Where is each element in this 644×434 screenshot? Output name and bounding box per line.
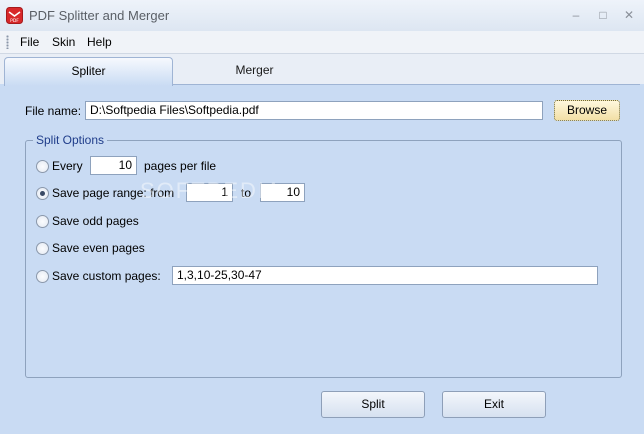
tab-spliter[interactable]: Spliter xyxy=(4,57,173,86)
custom-pages-label: Save custom pages: xyxy=(52,269,161,283)
menu-skin[interactable]: Skin xyxy=(52,35,75,49)
menu-help[interactable]: Help xyxy=(87,35,112,49)
pdf-app-icon: PDF xyxy=(6,7,23,24)
even-pages-label: Save even pages xyxy=(52,241,145,255)
radio-every[interactable] xyxy=(36,160,49,173)
window-title: PDF Splitter and Merger xyxy=(29,8,170,23)
maximize-icon[interactable]: □ xyxy=(597,9,609,21)
every-pages-input[interactable]: 10 xyxy=(90,156,137,175)
pages-per-file-label: pages per file xyxy=(144,159,217,173)
file-name-input[interactable]: D:\Softpedia Files\Softpedia.pdf xyxy=(85,101,543,120)
file-name-label: File name: xyxy=(25,104,82,118)
odd-pages-label: Save odd pages xyxy=(52,214,139,228)
radio-page-range[interactable] xyxy=(36,187,49,200)
softpedia-watermark: SOFTPEDIA xyxy=(140,178,283,203)
radio-even-pages[interactable] xyxy=(36,242,49,255)
browse-button[interactable]: Browse xyxy=(554,100,620,121)
radio-custom-pages[interactable] xyxy=(36,270,49,283)
menu-bar: File Skin Help xyxy=(0,31,644,54)
every-label: Every xyxy=(52,159,83,173)
menu-file[interactable]: File xyxy=(20,35,39,49)
split-options-legend: Split Options xyxy=(33,133,108,147)
radio-odd-pages[interactable] xyxy=(36,215,49,228)
custom-pages-input[interactable]: 1,3,10-25,30-47 xyxy=(172,266,598,285)
minimize-icon[interactable]: – xyxy=(570,9,582,21)
title-bar[interactable]: PDF PDF Splitter and Merger – □ ✕ xyxy=(0,0,644,32)
split-button[interactable]: Split xyxy=(321,391,425,418)
toolbar-grip-icon[interactable] xyxy=(6,35,9,49)
close-icon[interactable]: ✕ xyxy=(623,9,635,21)
split-options-group xyxy=(25,140,622,378)
tab-merger[interactable]: Merger xyxy=(172,57,337,84)
svg-text:PDF: PDF xyxy=(10,18,19,24)
app-window: PDF PDF Splitter and Merger – □ ✕ File S… xyxy=(0,0,644,434)
exit-button[interactable]: Exit xyxy=(442,391,546,418)
